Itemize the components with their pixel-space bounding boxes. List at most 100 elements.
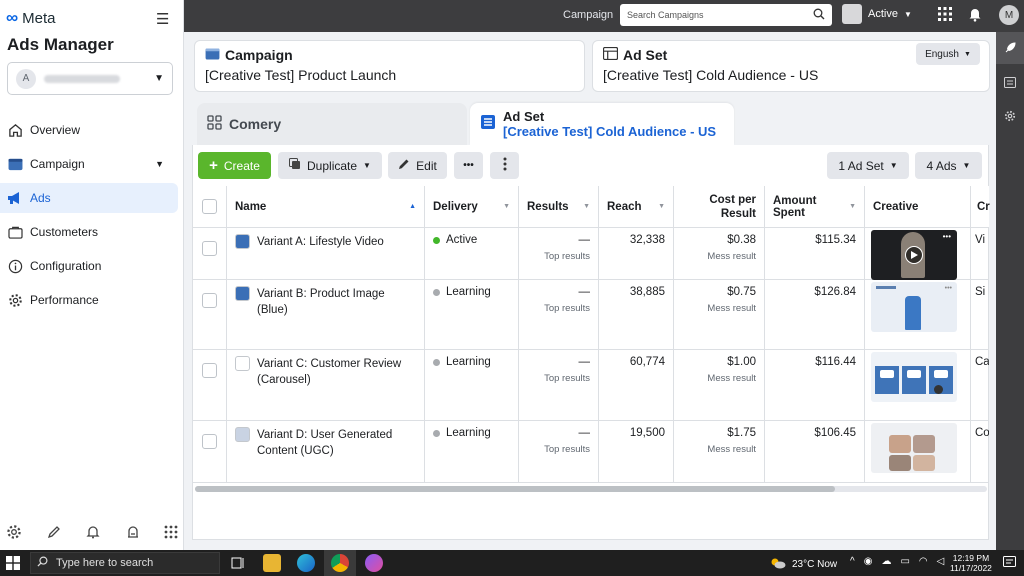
chrome-browser-icon[interactable] — [331, 554, 349, 572]
ads-filter-dropdown[interactable]: 4 Ads ▼ — [915, 152, 982, 179]
topbar-campaign-link[interactable]: Campaign — [563, 9, 613, 21]
column-header-reach[interactable]: Reach ▼ — [599, 186, 674, 228]
windows-start-icon[interactable] — [6, 556, 20, 575]
battery-icon[interactable]: ▭ — [900, 556, 909, 567]
pencil-icon[interactable] — [46, 524, 62, 545]
clock-time: 12:19 PM — [952, 553, 990, 563]
horizontal-scrollbar-thumb[interactable] — [195, 486, 835, 492]
file-explorer-icon[interactable] — [263, 554, 281, 572]
sidebar-item-campaign[interactable]: Campaign ▼ — [0, 149, 178, 179]
sidebar-item-performance[interactable]: Performance — [0, 285, 178, 315]
column-header-amount-spent[interactable]: Amount Spent ▼ — [765, 186, 865, 228]
settings-gear-icon[interactable] — [6, 524, 22, 545]
messenger-app-icon[interactable] — [365, 554, 383, 572]
column-header-name[interactable]: Name ▲ — [227, 186, 425, 228]
pencil-icon — [398, 158, 410, 173]
list-panel-icon[interactable] — [996, 66, 1024, 98]
edit-button[interactable]: Edit — [388, 152, 447, 179]
ads-filter-label: 4 Ads — [926, 158, 957, 173]
row-checkbox[interactable] — [202, 241, 217, 256]
campaign-breadcrumb-card[interactable]: Campaign [Creative Test] Product Launch — [194, 40, 585, 92]
ad-name[interactable]: Variant C: Customer Review (Carousel) — [257, 356, 416, 388]
cell-reach: 19,500 — [599, 421, 674, 483]
ad-name[interactable]: Variant B: Product Image (Blue) — [257, 286, 416, 318]
row-checkbox[interactable] — [202, 293, 217, 308]
column-header-cost-per-result[interactable]: Cost per Result — [674, 186, 765, 228]
ad-name[interactable]: Variant D: User Generated Content (UGC) — [257, 427, 416, 459]
row-checkbox[interactable] — [202, 363, 217, 378]
apps-grid-icon[interactable] — [938, 7, 952, 24]
sort-icon: ▼ — [658, 203, 665, 210]
cost-value: $1.75 — [727, 427, 756, 439]
taskbar-search-input[interactable]: Type here to search — [30, 552, 220, 574]
search-input[interactable]: Search Campaigns — [620, 4, 832, 26]
chevron-up-icon[interactable]: ^ — [850, 556, 855, 567]
weather-widget[interactable]: 23°C Now — [770, 557, 837, 572]
column-header-extra[interactable]: Cr — [971, 186, 990, 228]
sidebar-item-label: Ads — [30, 191, 51, 205]
meet-now-icon[interactable]: ◉ — [864, 556, 873, 567]
menu-list-icon[interactable]: ☰ — [156, 10, 169, 28]
results-subtext: Top results — [544, 373, 590, 384]
sidebar-item-overview[interactable]: Overview — [0, 115, 178, 145]
results-value: — — [578, 427, 591, 439]
campaign-folder-icon — [205, 47, 220, 63]
delivery-status: Active — [446, 234, 478, 246]
extra-column-value: Vi — [975, 234, 986, 246]
select-all-checkbox-cell — [193, 186, 227, 228]
vertical-dots-button[interactable] — [490, 152, 519, 179]
sidebar-bottom-tools — [6, 524, 178, 545]
delivery-status: Learning — [446, 286, 491, 298]
bell-icon[interactable] — [85, 524, 101, 545]
wifi-icon[interactable]: ◠ — [919, 556, 928, 567]
caret-down-icon: ▼ — [963, 50, 971, 58]
adset-filter-dropdown[interactable]: 1 Ad Set ▼ — [827, 152, 909, 179]
sidebar-item-ads[interactable]: Ads — [0, 183, 178, 213]
grid-apps-icon[interactable] — [164, 525, 178, 544]
caret-down-icon: ▼ — [962, 161, 971, 170]
account-selector[interactable]: A ▼ — [7, 62, 173, 95]
onedrive-cloud-icon[interactable]: ☁ — [881, 556, 891, 567]
tab-comery[interactable]: Comery — [197, 103, 467, 145]
creative-thumbnail[interactable]: ••• — [871, 230, 964, 280]
delivery-status-dot — [433, 236, 440, 244]
volume-icon[interactable]: ◁ — [937, 556, 945, 567]
tab-label: Comery — [229, 116, 282, 132]
gear-icon — [7, 292, 23, 308]
tab-ad-set[interactable]: Ad Set [Creative Test] Cold Audience - U… — [470, 103, 734, 145]
edge-browser-icon[interactable] — [297, 554, 315, 572]
settings-gear-icon[interactable] — [996, 100, 1024, 132]
create-button[interactable]: + Create — [198, 152, 271, 179]
user-avatar[interactable]: M — [999, 5, 1019, 25]
sort-ascending-icon: ▲ — [409, 203, 416, 210]
meta-logo[interactable]: ∞ Meta — [6, 8, 55, 28]
row-checkbox-cell — [193, 421, 227, 483]
taskbar-clock[interactable]: 12:19 PM 11/17/2022 — [950, 553, 992, 573]
row-checkbox[interactable] — [202, 434, 217, 449]
ad-color-swatch — [235, 356, 250, 371]
rocket-icon[interactable] — [996, 32, 1024, 64]
sidebar-item-configuration[interactable]: Configuration — [0, 251, 178, 281]
notifications-icon[interactable] — [1003, 556, 1016, 574]
avatar — [842, 4, 862, 24]
creative-thumbnail[interactable] — [871, 423, 964, 473]
caret-down-icon: ▼ — [889, 161, 898, 170]
row-checkbox-cell — [193, 280, 227, 350]
library-icon[interactable] — [125, 524, 141, 545]
notification-bell-icon[interactable] — [968, 7, 982, 25]
cost-value: $0.38 — [727, 234, 756, 246]
cell-results: — Top results — [519, 228, 599, 280]
task-view-icon[interactable] — [231, 556, 245, 575]
select-all-checkbox[interactable] — [202, 199, 217, 214]
creative-thumbnail[interactable] — [871, 352, 964, 402]
language-selector[interactable]: Engush ▼ — [916, 43, 980, 65]
duplicate-button[interactable]: Duplicate ▼ — [278, 152, 382, 179]
ad-name[interactable]: Variant A: Lifestyle Video — [257, 234, 384, 250]
column-header-creative[interactable]: Creative — [865, 186, 971, 228]
column-header-delivery[interactable]: Delivery ▼ — [425, 186, 519, 228]
status-selector[interactable]: Active ▼ — [842, 4, 912, 24]
sidebar-item-customers[interactable]: Custometers — [0, 217, 178, 247]
creative-thumbnail[interactable]: ••• — [871, 282, 964, 332]
more-options-button[interactable]: ••• — [454, 152, 483, 179]
column-header-results[interactable]: Results ▼ — [519, 186, 599, 228]
